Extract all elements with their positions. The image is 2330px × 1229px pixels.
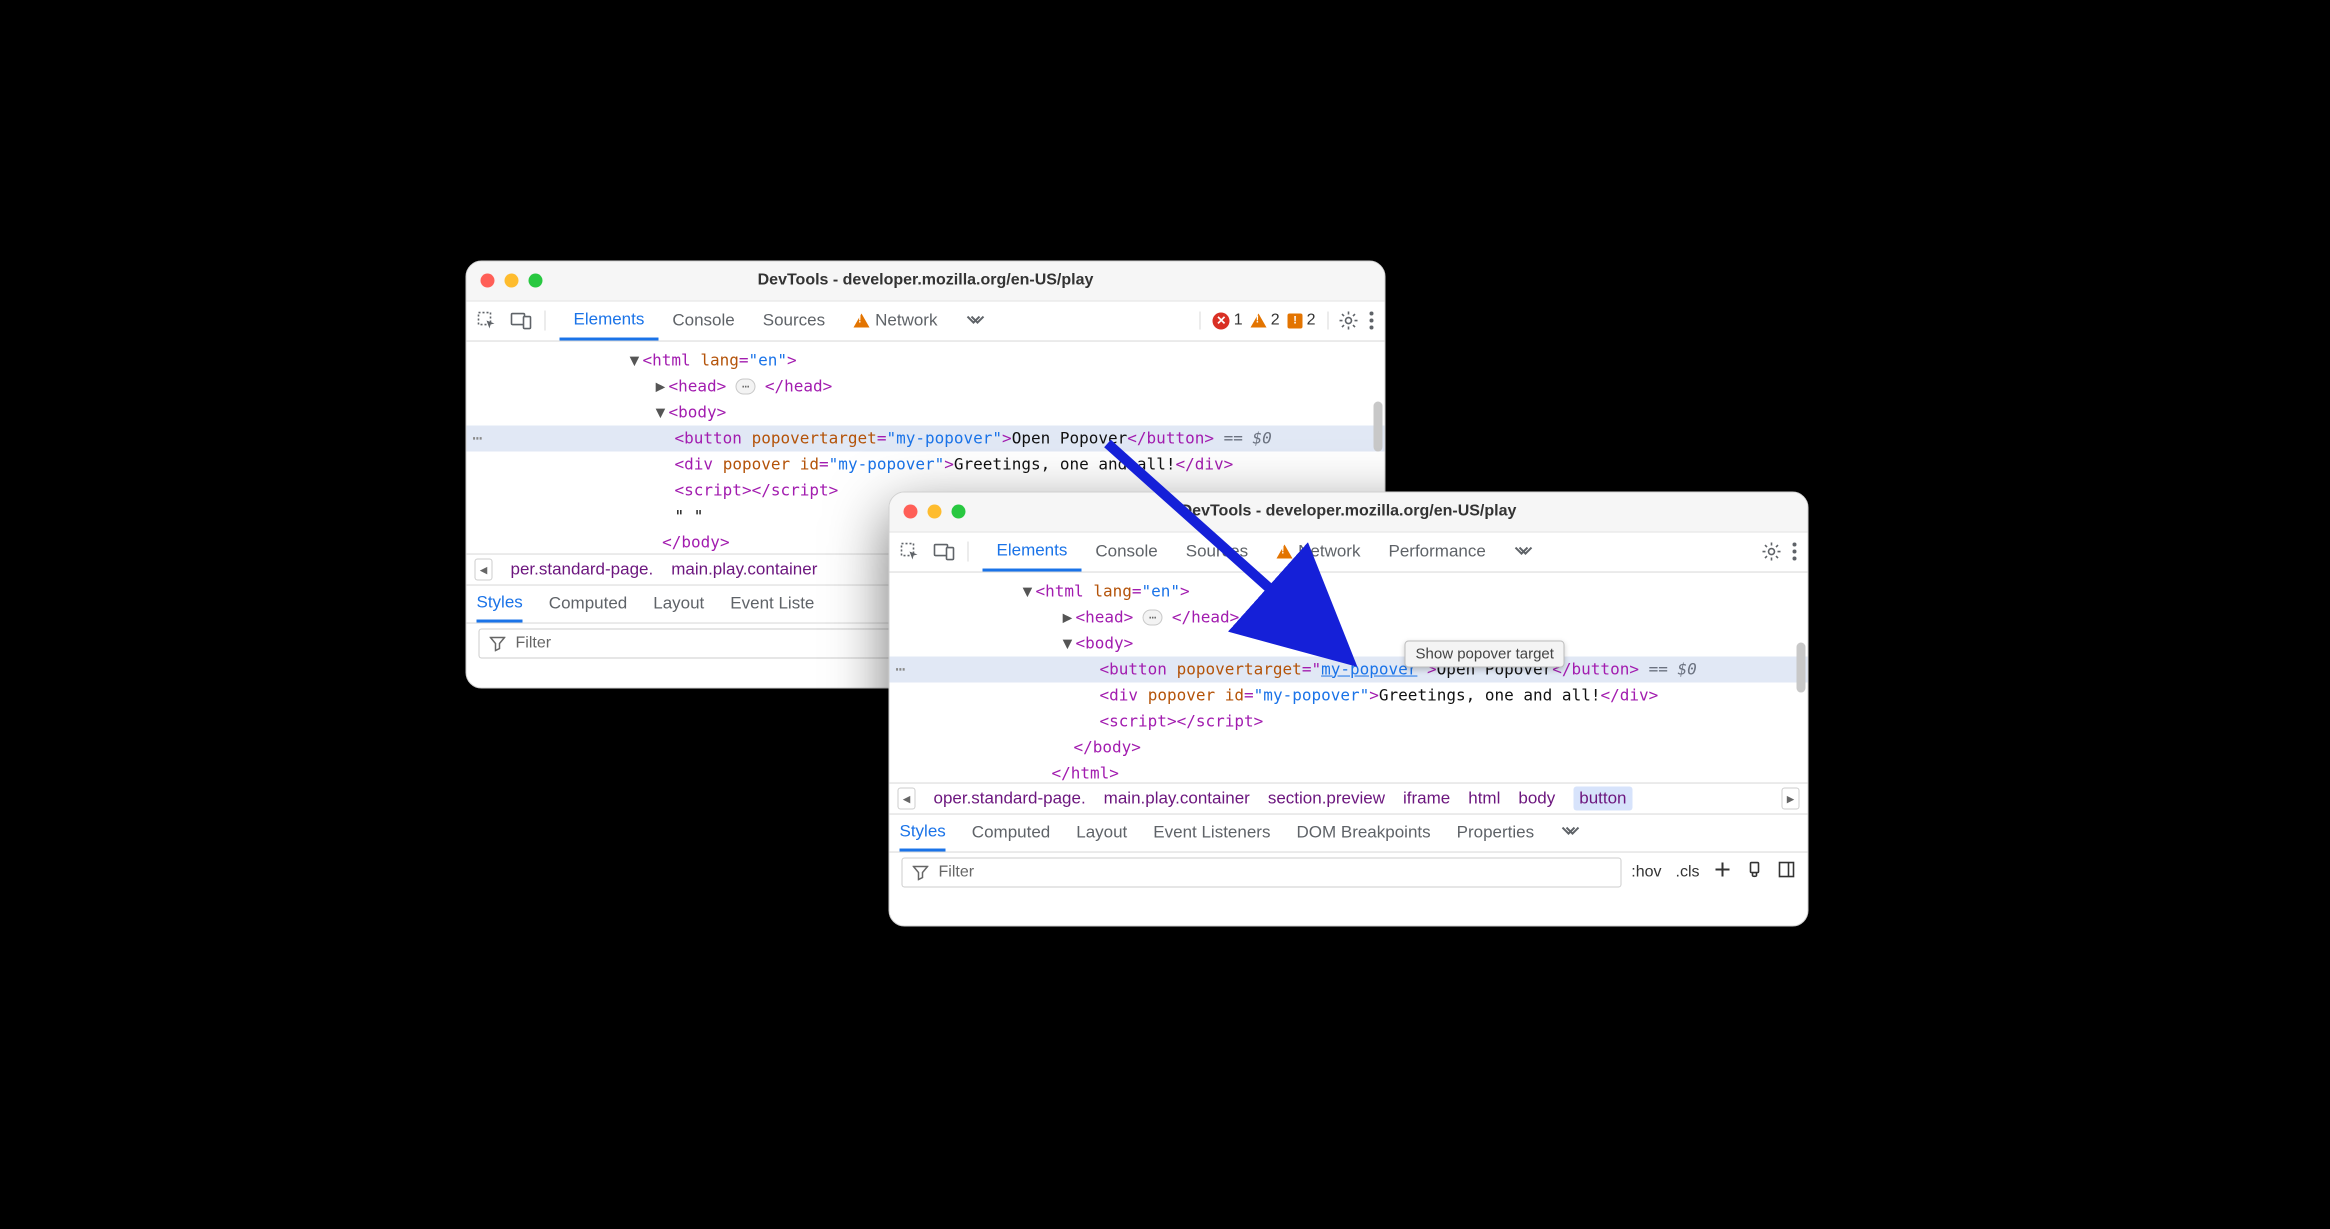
- ptab-computed[interactable]: Computed: [549, 594, 627, 614]
- ptab-properties[interactable]: Properties: [1457, 823, 1534, 843]
- styles-filter-row: Filter :hov .cls: [890, 852, 1808, 892]
- crumb-item[interactable]: per.standard-page.: [511, 559, 654, 579]
- new-style-rule-icon[interactable]: [1714, 861, 1732, 884]
- ptab-styles[interactable]: Styles: [477, 585, 523, 622]
- tabs-overflow[interactable]: [951, 301, 999, 340]
- popover-target-link[interactable]: my-popover: [1321, 659, 1417, 678]
- scrollbar[interactable]: [1797, 642, 1806, 692]
- more-icon[interactable]: ⋯: [473, 425, 483, 451]
- tab-network[interactable]: Network: [1262, 532, 1374, 571]
- crumb-item[interactable]: oper.standard-page.: [934, 788, 1086, 808]
- styles-filter-input[interactable]: Filter: [902, 857, 1622, 887]
- ptab-styles[interactable]: Styles: [900, 814, 946, 851]
- error-icon: ✕: [1213, 312, 1230, 329]
- inspect-icon[interactable]: [477, 311, 497, 331]
- devtools-window-after: DevTools - developer.mozilla.org/en-US/p…: [889, 491, 1809, 926]
- cls-toggle[interactable]: .cls: [1676, 863, 1700, 881]
- issue-icon: !: [1288, 313, 1303, 328]
- close-icon[interactable]: [904, 505, 918, 519]
- ptab-layout[interactable]: Layout: [1076, 823, 1127, 843]
- minimize-icon[interactable]: [505, 274, 519, 288]
- filter-icon: [913, 864, 929, 880]
- ellipsis-icon[interactable]: ⋯: [1143, 610, 1162, 626]
- hov-toggle[interactable]: :hov: [1631, 863, 1661, 881]
- ptab-event-listeners[interactable]: Event Liste: [730, 594, 814, 614]
- tab-sources[interactable]: Sources: [749, 301, 839, 340]
- chevron-right-icon[interactable]: ▸: [1782, 787, 1800, 809]
- tabs-overflow[interactable]: [1500, 532, 1548, 571]
- devtools-toolbar: Elements Console Sources Network Perform…: [890, 532, 1808, 572]
- filter-icon: [490, 635, 506, 651]
- tab-network[interactable]: Network: [839, 301, 951, 340]
- ptabs-overflow[interactable]: [1560, 823, 1580, 843]
- breadcrumb[interactable]: ◂ oper.standard-page. main.play.containe…: [890, 782, 1808, 814]
- crumb-item[interactable]: section.preview: [1268, 788, 1385, 808]
- ptab-layout[interactable]: Layout: [653, 594, 704, 614]
- ptab-event-listeners[interactable]: Event Listeners: [1153, 823, 1270, 843]
- tooltip: Show popover target: [1405, 640, 1565, 667]
- crumb-item[interactable]: main.play.container: [671, 559, 817, 579]
- inspect-icon[interactable]: [900, 542, 920, 562]
- more-icon[interactable]: ⋯: [896, 656, 906, 682]
- devtools-toolbar: Elements Console Sources Network ✕1 2 !2: [467, 301, 1385, 341]
- tab-console[interactable]: Console: [658, 301, 748, 340]
- tab-elements[interactable]: Elements: [560, 301, 659, 340]
- issue-counters[interactable]: ✕1 2 !2: [1200, 312, 1329, 330]
- kebab-icon[interactable]: [1369, 311, 1375, 331]
- ptab-computed[interactable]: Computed: [972, 823, 1050, 843]
- ellipsis-icon[interactable]: ⋯: [736, 379, 755, 395]
- paintbrush-icon[interactable]: [1746, 861, 1764, 884]
- device-toggle-icon[interactable]: [511, 311, 533, 331]
- kebab-icon[interactable]: [1792, 542, 1798, 562]
- window-controls: [481, 274, 543, 288]
- titlebar: DevTools - developer.mozilla.org/en-US/p…: [467, 261, 1385, 301]
- close-icon[interactable]: [481, 274, 495, 288]
- crumb-item[interactable]: body: [1518, 788, 1555, 808]
- tab-performance[interactable]: Performance: [1374, 532, 1499, 571]
- minimize-icon[interactable]: [928, 505, 942, 519]
- scrollbar[interactable]: [1374, 401, 1383, 451]
- crumb-item[interactable]: iframe: [1403, 788, 1450, 808]
- zoom-icon[interactable]: [529, 274, 543, 288]
- device-toggle-icon[interactable]: [934, 542, 956, 562]
- chevron-left-icon[interactable]: ◂: [475, 558, 493, 580]
- gear-icon[interactable]: [1762, 542, 1782, 562]
- warning-icon: [1276, 545, 1292, 559]
- warning-icon: [1251, 314, 1267, 328]
- crumb-item-selected[interactable]: button: [1573, 786, 1632, 810]
- crumb-item[interactable]: html: [1468, 788, 1500, 808]
- zoom-icon[interactable]: [952, 505, 966, 519]
- computed-sidebar-icon[interactable]: [1778, 861, 1796, 884]
- window-title: DevTools - developer.mozilla.org/en-US/p…: [467, 272, 1385, 290]
- window-controls: [904, 505, 966, 519]
- tab-console[interactable]: Console: [1081, 532, 1171, 571]
- ptab-dom-breakpoints[interactable]: DOM Breakpoints: [1296, 823, 1430, 843]
- styles-panel-tabs: Styles Computed Layout Event Listeners D…: [890, 814, 1808, 852]
- crumb-item[interactable]: main.play.container: [1104, 788, 1250, 808]
- chevron-left-icon[interactable]: ◂: [898, 787, 916, 809]
- warning-icon: [853, 314, 869, 328]
- window-title: DevTools - developer.mozilla.org/en-US/p…: [890, 503, 1808, 521]
- titlebar: DevTools - developer.mozilla.org/en-US/p…: [890, 492, 1808, 532]
- dom-tree[interactable]: ▼<html lang="en"> ▶<head> ⋯ </head> ▼<bo…: [890, 572, 1808, 782]
- tab-elements[interactable]: Elements: [983, 532, 1082, 571]
- tab-sources[interactable]: Sources: [1172, 532, 1262, 571]
- gear-icon[interactable]: [1339, 311, 1359, 331]
